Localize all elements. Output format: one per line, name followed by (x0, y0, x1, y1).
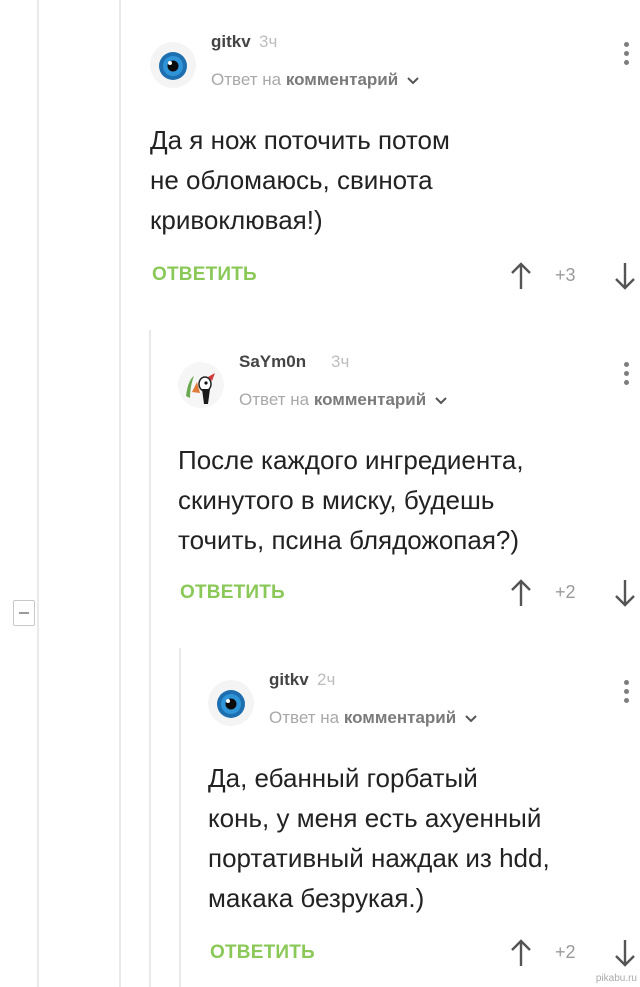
vote-controls: +2 (510, 938, 640, 968)
reply-button[interactable]: ОТВЕТИТЬ (180, 582, 285, 604)
comment-text-line: макака безрукая.) (208, 883, 425, 913)
downvote-arrow-icon[interactable] (614, 261, 636, 291)
author-name[interactable]: SaYm0n (239, 352, 306, 372)
more-options-icon[interactable] (624, 680, 630, 708)
upvote-arrow-icon[interactable] (510, 578, 532, 608)
reply-to-prefix: Ответ на (269, 708, 340, 727)
comment-text-line: Да, ебанный горбатый (208, 763, 478, 793)
comment-text-line: После каждого ингредиента, (178, 445, 524, 475)
author-name[interactable]: gitkv (269, 670, 309, 690)
reply-to[interactable]: Ответ на комментарий (239, 390, 447, 410)
reply-button[interactable]: ОТВЕТИТЬ (152, 264, 257, 286)
upvote-arrow-icon[interactable] (510, 261, 532, 291)
comment-time: 3ч (259, 32, 278, 51)
author-name[interactable]: gitkv (211, 32, 251, 52)
thread-line (179, 648, 181, 987)
comment-time: 2ч (317, 670, 336, 689)
avatar[interactable] (208, 680, 254, 726)
thread-line (149, 330, 151, 987)
downvote-arrow-icon[interactable] (614, 578, 636, 608)
more-options-icon[interactable] (624, 362, 630, 390)
reply-to-prefix: Ответ на (211, 70, 282, 89)
eye-avatar-icon (208, 680, 254, 726)
chevron-down-icon (407, 76, 419, 84)
vote-score: +2 (555, 582, 576, 602)
upvote-arrow-icon[interactable] (510, 938, 532, 968)
comment-text: Да, ебанный горбатый конь, у меня есть а… (208, 758, 550, 918)
reply-to-prefix: Ответ на (239, 390, 310, 409)
reply-button[interactable]: ОТВЕТИТЬ (210, 942, 315, 964)
comment-text-line: Да я нож поточить потом (150, 125, 450, 155)
reply-to[interactable]: Ответ на комментарий (269, 708, 477, 728)
reply-to-target[interactable]: комментарий (314, 390, 426, 409)
downvote-arrow-icon[interactable] (614, 938, 636, 968)
watermark: pikabu.ru (595, 973, 637, 984)
vote-controls: +2 (510, 578, 640, 608)
comment-text-line: скинутого в миску, будешь (178, 485, 495, 515)
comment-time: 3ч (331, 352, 350, 371)
more-options-icon[interactable] (624, 42, 630, 70)
comment-text-line: кривоклювая!) (150, 205, 323, 235)
minus-icon (19, 612, 29, 614)
chevron-down-icon (435, 396, 447, 404)
cartoon-avatar-icon (178, 362, 224, 408)
avatar[interactable] (178, 362, 224, 408)
comment-text-line: портативный наждак из hdd, (208, 843, 550, 873)
vote-controls: +3 (510, 261, 640, 291)
eye-avatar-icon (150, 42, 196, 88)
avatar[interactable] (150, 42, 196, 88)
comment-text-line: не обломаюсь, свинота (150, 165, 433, 195)
thread-line (37, 0, 39, 987)
collapse-thread-button[interactable] (13, 600, 35, 626)
comment-text-line: точить, псина блядожопая?) (178, 525, 520, 555)
reply-to[interactable]: Ответ на комментарий (211, 70, 419, 90)
reply-to-target[interactable]: комментарий (286, 70, 398, 89)
thread-line (119, 0, 121, 987)
vote-score: +3 (555, 265, 576, 285)
comment-text: Да я нож поточить потом не обломаюсь, св… (150, 120, 450, 240)
comment-text-line: конь, у меня есть ахуенный (208, 803, 542, 833)
chevron-down-icon (465, 714, 477, 722)
reply-to-target[interactable]: комментарий (344, 708, 456, 727)
comment-text: После каждого ингредиента, скинутого в м… (178, 440, 524, 560)
vote-score: +2 (555, 942, 576, 962)
